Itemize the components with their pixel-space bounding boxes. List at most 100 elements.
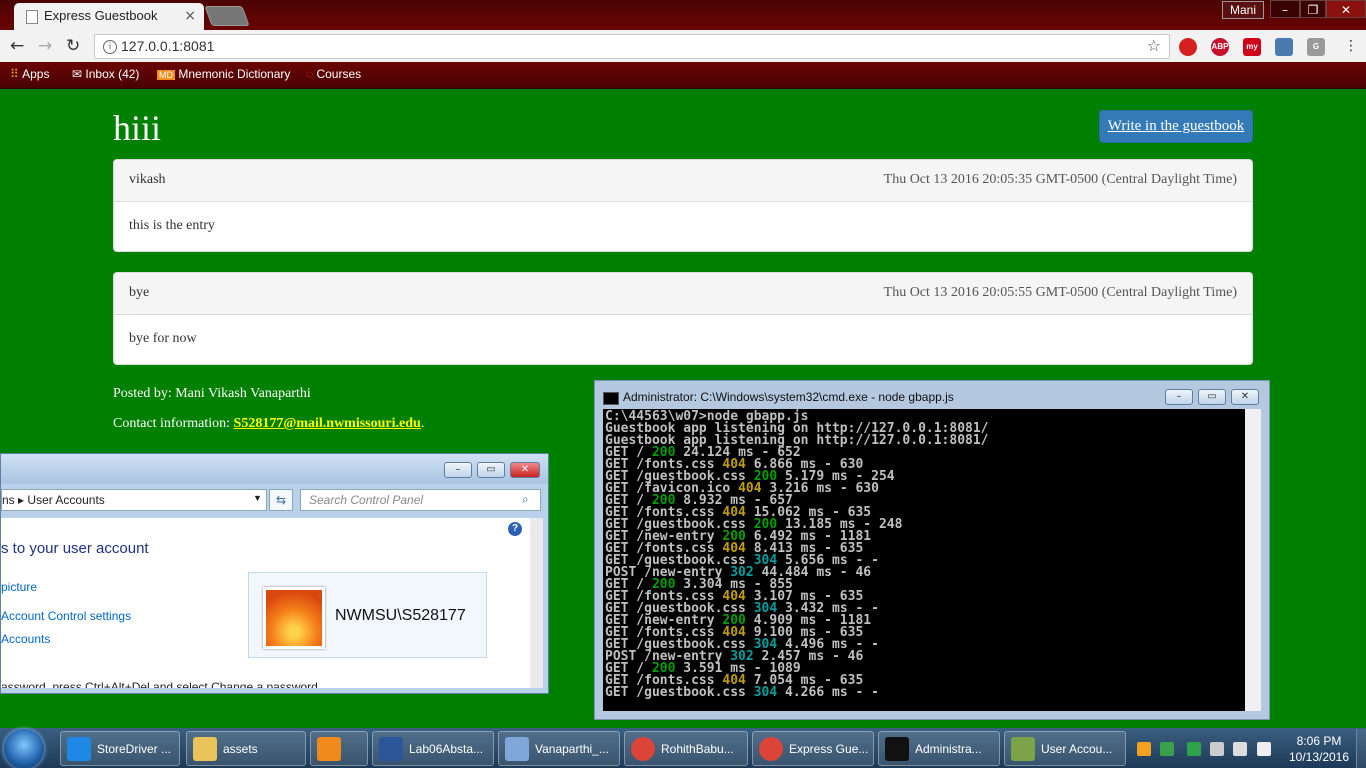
restore-icon[interactable]: ❐ bbox=[1300, 0, 1326, 18]
entry-date: Thu Oct 13 2016 20:05:55 GMT-0500 (Centr… bbox=[883, 285, 1237, 300]
guestbook-entry: bye Thu Oct 13 2016 20:05:55 GMT-0500 (C… bbox=[113, 272, 1253, 365]
entry-header: vikash Thu Oct 13 2016 20:05:35 GMT-0500… bbox=[114, 160, 1252, 202]
taskbar-button[interactable]: Vanaparthi_... bbox=[498, 731, 620, 766]
back-arrow-icon[interactable]: ← bbox=[10, 36, 24, 56]
console-output[interactable]: C:\44563\w07>node gbapp.js Guestbook app … bbox=[603, 409, 1245, 711]
volume-icon[interactable] bbox=[1257, 742, 1271, 756]
entry-body: this is the entry bbox=[129, 218, 215, 233]
scrollbar[interactable] bbox=[1245, 409, 1261, 711]
taskbar-button[interactable]: User Accou... bbox=[1004, 731, 1126, 766]
show-desktop-button[interactable] bbox=[1356, 729, 1366, 768]
minimize-icon[interactable]: – bbox=[1165, 389, 1193, 405]
close-window-icon[interactable]: ✕ bbox=[1231, 389, 1259, 405]
contact-info: Contact information: S528177@mail.nwmiss… bbox=[113, 416, 425, 431]
profile-button[interactable]: Mani bbox=[1222, 1, 1264, 19]
my-extension-icon[interactable]: my bbox=[1243, 38, 1261, 56]
tab-strip bbox=[0, 0, 1366, 30]
taskbar-button[interactable]: StoreDriver ... bbox=[60, 731, 180, 766]
scrollbar[interactable] bbox=[530, 518, 543, 688]
security-shield-icon[interactable] bbox=[1160, 742, 1174, 756]
update-icon[interactable] bbox=[1187, 742, 1201, 756]
forward-arrow-icon[interactable]: → bbox=[38, 36, 52, 56]
adblock-extension-icon[interactable]: ABP bbox=[1211, 38, 1229, 56]
posted-by: Posted by: Mani Vikash Vanaparthi bbox=[113, 386, 311, 401]
taskbar-label: Vanaparthi_... bbox=[535, 742, 609, 756]
taskbar-label: Express Gue... bbox=[789, 742, 869, 756]
taskbar-label: assets bbox=[223, 742, 258, 756]
refresh-icon[interactable]: ⇆ bbox=[269, 489, 293, 511]
courses-icon: ◌ bbox=[306, 67, 317, 81]
uac-settings-link[interactable]: Account Control settings bbox=[1, 609, 131, 623]
window-title[interactable]: Administrator: C:\Windows\system32\cmd.e… bbox=[623, 390, 954, 404]
taskbar-button[interactable]: RohithBabu... bbox=[624, 731, 748, 766]
taskbar-label: User Accou... bbox=[1041, 742, 1113, 756]
password-hint: assword, press Ctrl+Alt+Del and select C… bbox=[1, 680, 322, 688]
reload-icon[interactable]: ↻ bbox=[66, 36, 80, 56]
taskbar-button[interactable]: assets bbox=[186, 731, 306, 766]
bookmark-star-icon[interactable]: ☆ bbox=[1147, 36, 1161, 55]
new-tab-button[interactable] bbox=[204, 6, 250, 26]
info-icon[interactable]: i bbox=[103, 40, 117, 54]
bookmark-mnemonic-dictionary[interactable]: MD Mnemonic Dictionary bbox=[157, 67, 290, 81]
close-window-icon[interactable]: ✕ bbox=[1326, 0, 1366, 18]
entry-date: Thu Oct 13 2016 20:05:35 GMT-0500 (Centr… bbox=[883, 172, 1237, 187]
taskbar-label: RohithBabu... bbox=[661, 742, 734, 756]
guestbook-entry: vikash Thu Oct 13 2016 20:05:35 GMT-0500… bbox=[113, 159, 1253, 252]
bookmark-inbox[interactable]: ✉ Inbox (42) bbox=[72, 67, 139, 81]
gmail-icon: ✉ bbox=[72, 67, 86, 81]
page-title: hiii bbox=[113, 108, 162, 148]
g-extension-icon[interactable]: G bbox=[1307, 38, 1325, 56]
page-icon bbox=[26, 10, 38, 24]
chrome-icon bbox=[631, 737, 655, 761]
virtualbox-icon bbox=[505, 737, 529, 761]
control-panel-window: – ▭ ✕ ns ▸ User Accounts ▼ ⇆ Search Contr… bbox=[0, 453, 549, 694]
search-input[interactable]: Search Control Panel bbox=[300, 489, 541, 511]
account-card: NWMSU\S528177 bbox=[248, 572, 487, 658]
menu-icon[interactable]: ⋮ bbox=[1344, 38, 1358, 54]
taskbar-label: Administra... bbox=[915, 742, 982, 756]
entry-author: bye bbox=[129, 285, 150, 300]
folder-icon bbox=[193, 737, 217, 761]
tab-title: Express Guestbook bbox=[44, 8, 158, 23]
taskbar-button[interactable]: Administra... bbox=[878, 731, 1000, 766]
response-info: 4.266 ms - - bbox=[777, 685, 879, 700]
write-guestbook-button[interactable]: Write in the guestbook bbox=[1099, 110, 1253, 143]
extension-icon[interactable] bbox=[1275, 38, 1293, 56]
contact-email-link[interactable]: S528177@mail.nwmissouri.edu bbox=[234, 416, 421, 431]
shield-extension-icon[interactable] bbox=[1179, 38, 1197, 56]
tray-app-icon[interactable] bbox=[1137, 742, 1151, 756]
tab-express-guestbook[interactable]: Express Guestbook × bbox=[14, 3, 204, 30]
maximize-icon[interactable]: ▭ bbox=[1198, 389, 1226, 405]
clock[interactable]: 8:06 PM 10/13/2016 bbox=[1283, 733, 1355, 765]
taskbar-button[interactable]: Express Gue... bbox=[752, 731, 874, 766]
start-button[interactable] bbox=[4, 729, 44, 768]
close-tab-icon[interactable]: × bbox=[184, 8, 196, 24]
taskbar-button[interactable]: Lab06Absta... bbox=[372, 731, 494, 766]
chevron-down-icon[interactable]: ▼ bbox=[253, 493, 262, 503]
avatar bbox=[263, 587, 325, 649]
help-icon[interactable]: ? bbox=[508, 522, 522, 536]
minimize-icon[interactable]: – bbox=[444, 462, 472, 478]
address-breadcrumb[interactable]: ns ▸ User Accounts ▼ bbox=[1, 489, 267, 511]
manage-accounts-link[interactable]: Accounts bbox=[1, 632, 50, 646]
device-icon[interactable] bbox=[1210, 742, 1224, 756]
network-icon[interactable] bbox=[1233, 742, 1247, 756]
close-window-icon[interactable]: ✕ bbox=[510, 462, 540, 478]
status-code: 304 bbox=[753, 685, 778, 700]
address-bar[interactable]: i 127.0.0.1:8081 ☆ bbox=[94, 34, 1170, 59]
cmd-icon bbox=[885, 737, 909, 761]
taskbar-label: StoreDriver ... bbox=[97, 742, 172, 756]
cmd-window: Administrator: C:\Windows\system32\cmd.e… bbox=[594, 380, 1270, 720]
search-icon[interactable]: ⌕ bbox=[522, 492, 529, 507]
breadcrumb-separator-icon: ▸ bbox=[18, 493, 25, 507]
bookmark-apps[interactable]: ⠿ Apps bbox=[10, 67, 49, 81]
account-name: NWMSU\S528177 bbox=[335, 607, 466, 624]
minimize-icon[interactable]: – bbox=[1270, 0, 1300, 18]
bookmark-courses[interactable]: ◌ Courses bbox=[306, 67, 361, 81]
user-accounts-icon bbox=[1011, 737, 1035, 761]
taskbar-button[interactable] bbox=[310, 731, 368, 766]
entry-body: bye for now bbox=[129, 331, 197, 346]
change-picture-link[interactable]: picture bbox=[1, 580, 37, 594]
taskbar-label: Lab06Absta... bbox=[409, 742, 484, 756]
maximize-icon[interactable]: ▭ bbox=[477, 462, 505, 478]
